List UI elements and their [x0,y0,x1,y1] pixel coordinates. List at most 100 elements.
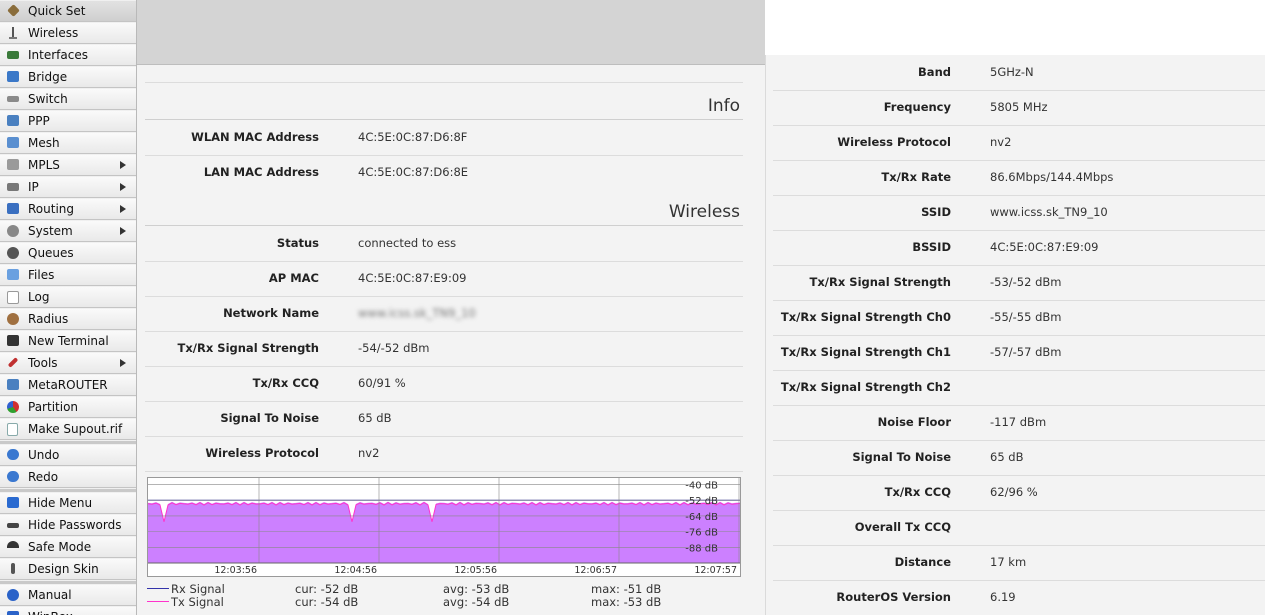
redo-arrow-icon [6,470,21,484]
hide-passwords-icon [6,518,21,532]
menu-item-label: Safe Mode [28,540,92,554]
field-label: Frequency [883,100,951,114]
menu-separator [0,581,136,584]
menu-item-routing[interactable]: Routing [0,199,136,220]
row-divider [145,331,743,332]
row-divider [773,160,1265,161]
field-value: 4C:5E:0C:87:E9:09 [990,240,1099,254]
x-tick-label: 12:03:56 [214,565,257,576]
field-label: Tx/Rx Signal Strength Ch1 [780,345,951,359]
field-value: 5GHz-N [990,65,1034,79]
menu-item-label: Manual [28,588,72,602]
wireless-antenna-icon [6,26,21,40]
menu-item-design-skin[interactable]: Design Skin [0,559,136,580]
submenu-arrow-icon [120,359,126,367]
row-divider [145,296,743,297]
menu-item-label: Log [28,290,50,304]
submenu-arrow-icon [120,205,126,213]
field-value: 6.19 [990,590,1016,604]
menu-item-quick-set[interactable]: Quick Set [0,1,136,22]
menu-item-label: Wireless [28,26,79,40]
row-divider [145,261,743,262]
field-label: Overall Tx CCQ [854,520,951,534]
menu-item-label: Hide Menu [28,496,93,510]
supout-file-icon [6,422,21,436]
menu-item-safe-mode[interactable]: Safe Mode [0,537,136,558]
field-value: -117 dBm [990,415,1047,429]
field-value: www.icss.sk_TN9_10 [358,306,476,320]
menu-item-interfaces[interactable]: Interfaces [0,45,136,66]
field-label: BSSID [912,240,951,254]
interfaces-icon [6,48,21,62]
menu-item-label: Routing [28,202,75,216]
field-label: Tx/Rx CCQ [252,376,319,390]
menu-item-switch[interactable]: Switch [0,89,136,110]
signal-area [148,501,740,563]
menu-item-wireless[interactable]: Wireless [0,23,136,44]
metarouter-icon [6,378,21,392]
divider [145,82,743,83]
field-value: 17 km [990,555,1027,569]
field-label: Signal To Noise [220,411,319,425]
field-label: AP MAC [268,271,319,285]
menu-item-manual[interactable]: Manual [0,585,136,606]
menu-separator [0,441,136,444]
menu-separator [0,489,136,492]
menu-item-label: PPP [28,114,50,128]
legend-avg: avg: -54 dB [443,595,510,609]
menu-item-label: Design Skin [28,562,99,576]
menu-item-tools[interactable]: Tools [0,353,136,374]
menu-item-label: Tools [28,356,58,370]
x-tick-label: 12:06:57 [574,565,617,576]
menu-item-ppp[interactable]: PPP [0,111,136,132]
field-label: Distance [894,555,951,569]
field-value: -53/-52 dBm [990,275,1062,289]
divider [145,119,743,120]
field-label: Tx/Rx CCQ [884,485,951,499]
row-divider [773,475,1265,476]
terminal-icon [6,334,21,348]
menu-item-label: Redo [28,470,59,484]
field-value: nv2 [990,135,1012,149]
row-divider [773,90,1265,91]
tools-icon [6,356,21,370]
legend-max: max: -51 dB [591,582,662,596]
field-label: LAN MAC Address [203,165,319,179]
field-value: -54/-52 dBm [358,341,430,355]
menu-item-label: Interfaces [28,48,88,62]
hide-menu-icon [6,496,21,510]
field-value: 62/96 % [990,485,1038,499]
signal-graph: -40 dB -52 dB -64 dB -76 dB -88 dB 12:03:56 12… [147,477,741,577]
bridge-icon [6,70,21,84]
field-value: -55/-55 dBm [990,310,1062,324]
field-value: connected to ess [358,236,457,250]
menu-item-winbox[interactable]: WinBox [0,607,136,615]
field-value: 86.6Mbps/144.4Mbps [990,170,1114,184]
field-value: 4C:5E:0C:87:D6:8E [358,165,469,179]
design-skin-icon [6,562,21,576]
mesh-icon [6,136,21,150]
field-value: www.icss.sk_TN9_10 [990,205,1108,219]
field-label: RouterOS Version [836,590,951,604]
field-label: SSID [921,205,951,219]
field-value: 4C:5E:0C:87:E9:09 [358,271,467,285]
signal-graph-svg: -40 dB-52 dB-64 dB-76 dB-88 dB12:03:56 12… [148,478,740,576]
menu-item-hide-passwords[interactable]: Hide Passwords [0,515,136,536]
field-value: 5805 MHz [990,100,1048,114]
legend-cur: cur: -52 dB [295,582,359,596]
menu-item-ip[interactable]: IP [0,177,136,198]
top-toolbar-area [137,0,765,65]
field-value: 4C:5E:0C:87:D6:8F [358,130,468,144]
row-divider [145,155,743,156]
menu-item-bridge[interactable]: Bridge [0,67,136,88]
menu-item-redo[interactable]: Redo [0,467,136,488]
winbox-icon [6,610,21,615]
legend-name: Tx Signal [171,595,224,609]
menu-item-hide-menu[interactable]: Hide Menu [0,493,136,514]
field-label: WLAN MAC Address [191,130,319,144]
menu-item-log[interactable]: Log [0,287,136,308]
field-label: Noise Floor [877,415,951,429]
menu-item-label: IP [28,180,39,194]
legend-cur: cur: -54 dB [295,595,359,609]
row-divider [773,335,1265,336]
